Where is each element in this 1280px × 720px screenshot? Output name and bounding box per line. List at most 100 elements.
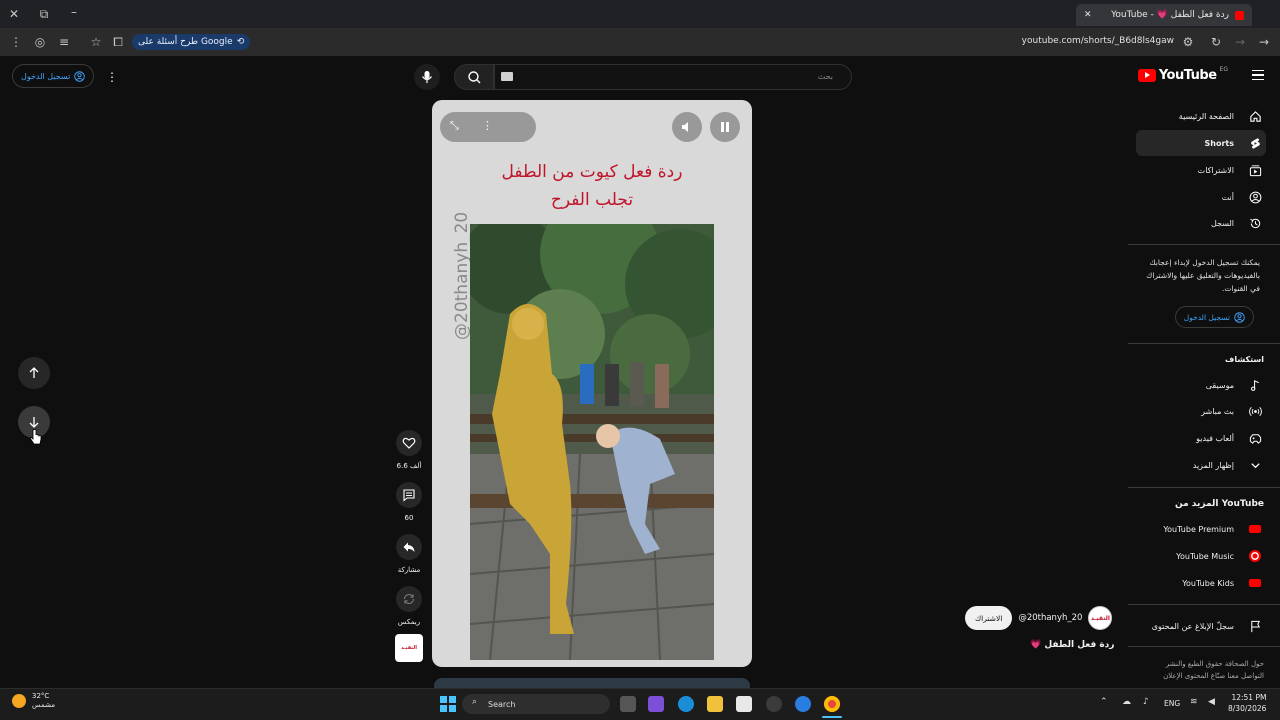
tray-network-icon[interactable]: ☁ [1122, 697, 1131, 707]
clock-time: 12:51 PM [1231, 693, 1267, 702]
copilot-icon[interactable] [648, 696, 664, 712]
flag-icon [1248, 619, 1262, 633]
sidebar-item-label: YouTube Kids [1182, 578, 1234, 588]
channel-handle[interactable]: @20thanyh_20 [1018, 613, 1082, 623]
sidebar-show-more[interactable]: إظهار المزيد [1136, 452, 1266, 478]
sidebar-item-history[interactable]: السجل [1136, 210, 1266, 236]
comment-count: 60 [404, 514, 414, 522]
site-settings-icon[interactable]: ⚙ [1180, 34, 1196, 50]
sidebar-item-subscriptions[interactable]: الاشتراكات [1136, 157, 1266, 183]
signin-message: يمكنك تسجيل الدخول لإبداء إعجابك بالفيدي… [1146, 258, 1260, 293]
app-icon[interactable] [795, 696, 811, 712]
pause-button[interactable] [710, 112, 740, 142]
minimize-window-icon[interactable]: – [66, 4, 82, 20]
account-icon [74, 70, 86, 82]
sidebar-item-youtube-music[interactable]: YouTube Music [1136, 543, 1266, 569]
close-window-icon[interactable]: ✕ [6, 6, 22, 22]
you-icon [1248, 190, 1262, 204]
search-icon: ⌕ [472, 697, 478, 707]
search-button[interactable] [454, 64, 494, 90]
weather-widget[interactable]: 32°C مشمس [12, 692, 55, 710]
task-view-icon[interactable] [620, 696, 636, 712]
input-language[interactable]: ENG [1164, 699, 1180, 708]
profile-icon[interactable]: ◎ [32, 34, 48, 50]
footer-links-2[interactable]: التواصل معنا صنّاع المحتوى الإعلان [1138, 670, 1264, 682]
reload-icon[interactable]: ↻ [1208, 34, 1224, 50]
signin-button[interactable]: تسجيل الدخول [12, 64, 95, 88]
sidebar-item-label: الصفحة الرئيسية [1178, 111, 1234, 121]
search-input[interactable]: بحث [494, 64, 852, 90]
country-code: EG [1219, 66, 1228, 73]
share-label: مشاركة [397, 566, 421, 574]
youtube-logo[interactable]: YouTube EG [1137, 66, 1228, 83]
taskbar-clock[interactable]: 12:51 PM 8/30/2026 [1228, 692, 1266, 714]
google-ask-chip[interactable]: طرح أسئلة على Google ⟲ [132, 34, 251, 50]
captions-icon[interactable] [510, 122, 524, 132]
remix-label: ريمكس [397, 618, 421, 626]
search-icon [468, 71, 481, 84]
forward-icon[interactable]: → [1232, 34, 1248, 50]
volume-tray-icon[interactable]: ◀ [1208, 697, 1215, 707]
sidebar-footer: حول الصحافة حقوق الطبع والنشر التواصل مع… [1138, 658, 1264, 682]
keyboard-icon[interactable] [501, 72, 513, 81]
footer-links-1[interactable]: حول الصحافة حقوق الطبع والنشر [1138, 658, 1264, 670]
reading-icon[interactable]: ≡ [56, 34, 72, 50]
short-title[interactable]: ردة فعل الطفل 💗 [1030, 640, 1114, 650]
live-icon [1248, 404, 1262, 418]
more-options-icon[interactable]: ⋮ [482, 119, 493, 132]
account-icon [1234, 311, 1245, 323]
menu-dots-icon[interactable]: ⋮ [8, 34, 24, 50]
settings-dots-icon[interactable]: ⋮ [104, 69, 120, 85]
restore-window-icon[interactable]: ⧉ [36, 6, 52, 22]
tray-chevron-icon[interactable]: ⌃ [1100, 697, 1108, 707]
share-button[interactable] [396, 534, 422, 560]
weather-desc: مشمس [32, 701, 55, 709]
shorts-player[interactable]: ردة فعل كيوت من الطفل تجلب الفرح @20than… [432, 100, 752, 667]
sidebar-item-live[interactable]: بث مباشر [1136, 398, 1266, 424]
sidebar-item-gaming[interactable]: ألعاب فيديو [1136, 425, 1266, 451]
expand-icon[interactable]: ⤡ [450, 119, 459, 133]
sidebar-item-report-history[interactable]: سجلّ الإبلاغ عن المحتوى [1136, 613, 1266, 639]
hamburger-menu-icon[interactable] [1252, 70, 1264, 80]
channel-avatar[interactable]: التقيـد [1088, 606, 1113, 630]
remix-icon [403, 593, 415, 605]
subscribe-button[interactable]: الاشتراك [965, 606, 1013, 630]
file-explorer-icon[interactable] [707, 696, 723, 712]
history-icon [1248, 216, 1262, 230]
sidebar-item-label: الاشتراكات [1197, 165, 1234, 175]
sidebar-item-label: إظهار المزيد [1192, 460, 1234, 470]
video-frame[interactable] [470, 224, 714, 660]
voice-search-button[interactable] [414, 64, 440, 90]
tray-mic-icon[interactable]: ♪ [1143, 697, 1149, 707]
like-button[interactable] [396, 430, 422, 456]
comments-button[interactable] [396, 482, 422, 508]
sidebar-item-home[interactable]: الصفحة الرئيسية [1136, 103, 1266, 129]
sidebar-item-you[interactable]: أنت [1136, 184, 1266, 210]
sun-icon [12, 694, 26, 708]
share-page-icon[interactable]: ⧠ [110, 34, 126, 50]
sidebar-item-youtube-kids[interactable]: YouTube Kids [1136, 570, 1266, 596]
wifi-icon[interactable]: ≋ [1190, 697, 1198, 707]
taskbar-search[interactable]: ⌕ Search [462, 694, 610, 714]
url-field[interactable]: youtube.com/shorts/_B6d8ls4gaw [1022, 36, 1174, 46]
sidebar-item-shorts[interactable]: Shorts [1136, 130, 1266, 156]
remix-button[interactable] [396, 586, 422, 612]
clock-date: 8/30/2026 [1228, 704, 1267, 713]
sidebar-signin-button[interactable]: تسجيل الدخول [1174, 306, 1254, 328]
sidebar-item-music[interactable]: موسيقى [1136, 372, 1266, 398]
chrome-icon[interactable] [824, 696, 840, 712]
previous-short-button[interactable] [18, 357, 50, 389]
edge-icon[interactable] [678, 696, 694, 712]
heart-icon [402, 437, 416, 449]
close-tab-icon[interactable]: ✕ [1084, 10, 1092, 20]
sound-thumbnail[interactable]: التقيـد [395, 634, 423, 662]
browser-tab[interactable]: ردة فعل الطفل 💗 - YouTube ✕ [1076, 4, 1252, 26]
mute-button[interactable] [672, 112, 702, 142]
sidebar-item-youtube-premium[interactable]: YouTube Premium [1136, 516, 1266, 542]
video-scene [470, 224, 714, 660]
windows-start-icon[interactable] [440, 696, 456, 712]
bookmark-star-icon[interactable]: ☆ [88, 34, 104, 50]
settings-app-icon[interactable] [766, 696, 782, 712]
back-icon[interactable]: → [1256, 34, 1272, 50]
store-icon[interactable] [736, 696, 752, 712]
